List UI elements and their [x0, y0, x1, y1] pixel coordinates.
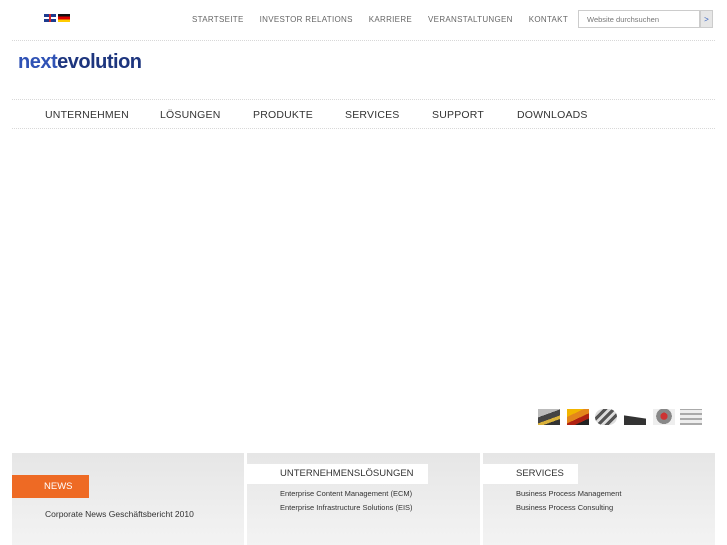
slide-thumbnail[interactable] — [538, 409, 560, 425]
slide-thumbnail[interactable] — [653, 409, 675, 425]
divider — [12, 40, 715, 41]
topnav-karriere-link[interactable]: KARRIERE — [369, 15, 412, 24]
news-item-link[interactable]: Corporate News Geschäftsbericht 2010 — [45, 509, 194, 519]
divider — [12, 128, 715, 129]
slide-thumbnail[interactable] — [680, 409, 702, 425]
solutions-tab[interactable]: UNTERNEHMENSLÖSUNGEN — [247, 464, 428, 484]
germany-flag-icon[interactable] — [58, 14, 70, 22]
news-tab[interactable]: NEWS — [12, 475, 89, 498]
mainnav-services[interactable]: SERVICES — [345, 109, 400, 121]
mainnav-support[interactable]: SUPPORT — [432, 109, 484, 121]
topnav-startseite-link[interactable]: STARTSEITE — [192, 15, 244, 24]
divider — [12, 99, 715, 100]
solution-link-eis[interactable]: Enterprise Infrastructure Solutions (EIS… — [280, 503, 413, 512]
services-panel: SERVICES Business Process Management Bus… — [483, 453, 715, 545]
topnav-kontakt-link[interactable]: KONTAKT — [529, 15, 568, 24]
logo[interactable]: nextevolution — [18, 50, 142, 74]
slide-thumbnail[interactable] — [595, 409, 617, 425]
language-switcher — [44, 14, 70, 22]
mainnav-unternehmen[interactable]: UNTERNEHMEN — [45, 109, 129, 121]
mainnav-downloads[interactable]: DOWNLOADS — [517, 109, 588, 121]
logo-text-next: next — [18, 51, 58, 73]
site-search: > — [578, 10, 713, 28]
topnav-veranstaltungen-link[interactable]: VERANSTALTUNGEN — [428, 15, 513, 24]
slide-thumbnail[interactable] — [567, 409, 589, 425]
search-submit-button[interactable]: > — [700, 10, 713, 28]
search-input[interactable] — [578, 10, 700, 28]
slide-thumbnail[interactable] — [624, 415, 646, 425]
top-navigation: STARTSEITE INVESTOR RELATIONS KARRIERE V… — [192, 15, 568, 24]
mainnav-loesungen[interactable]: LÖSUNGEN — [160, 109, 221, 121]
news-panel: NEWS Corporate News Geschäftsbericht 201… — [12, 453, 244, 545]
topnav-investor-relations-link[interactable]: INVESTOR RELATIONS — [260, 15, 353, 24]
solutions-panel: UNTERNEHMENSLÖSUNGEN Enterprise Content … — [247, 453, 480, 545]
footer-panels: NEWS Corporate News Geschäftsbericht 201… — [12, 453, 715, 545]
uk-flag-icon[interactable] — [44, 14, 56, 22]
service-link-bpm[interactable]: Business Process Management — [516, 489, 621, 498]
logo-text-evolution: evolution — [57, 51, 142, 73]
service-link-bpc[interactable]: Business Process Consulting — [516, 503, 613, 512]
mainnav-produkte[interactable]: PRODUKTE — [253, 109, 313, 121]
services-tab[interactable]: SERVICES — [483, 464, 578, 484]
solution-link-ecm[interactable]: Enterprise Content Management (ECM) — [280, 489, 412, 498]
